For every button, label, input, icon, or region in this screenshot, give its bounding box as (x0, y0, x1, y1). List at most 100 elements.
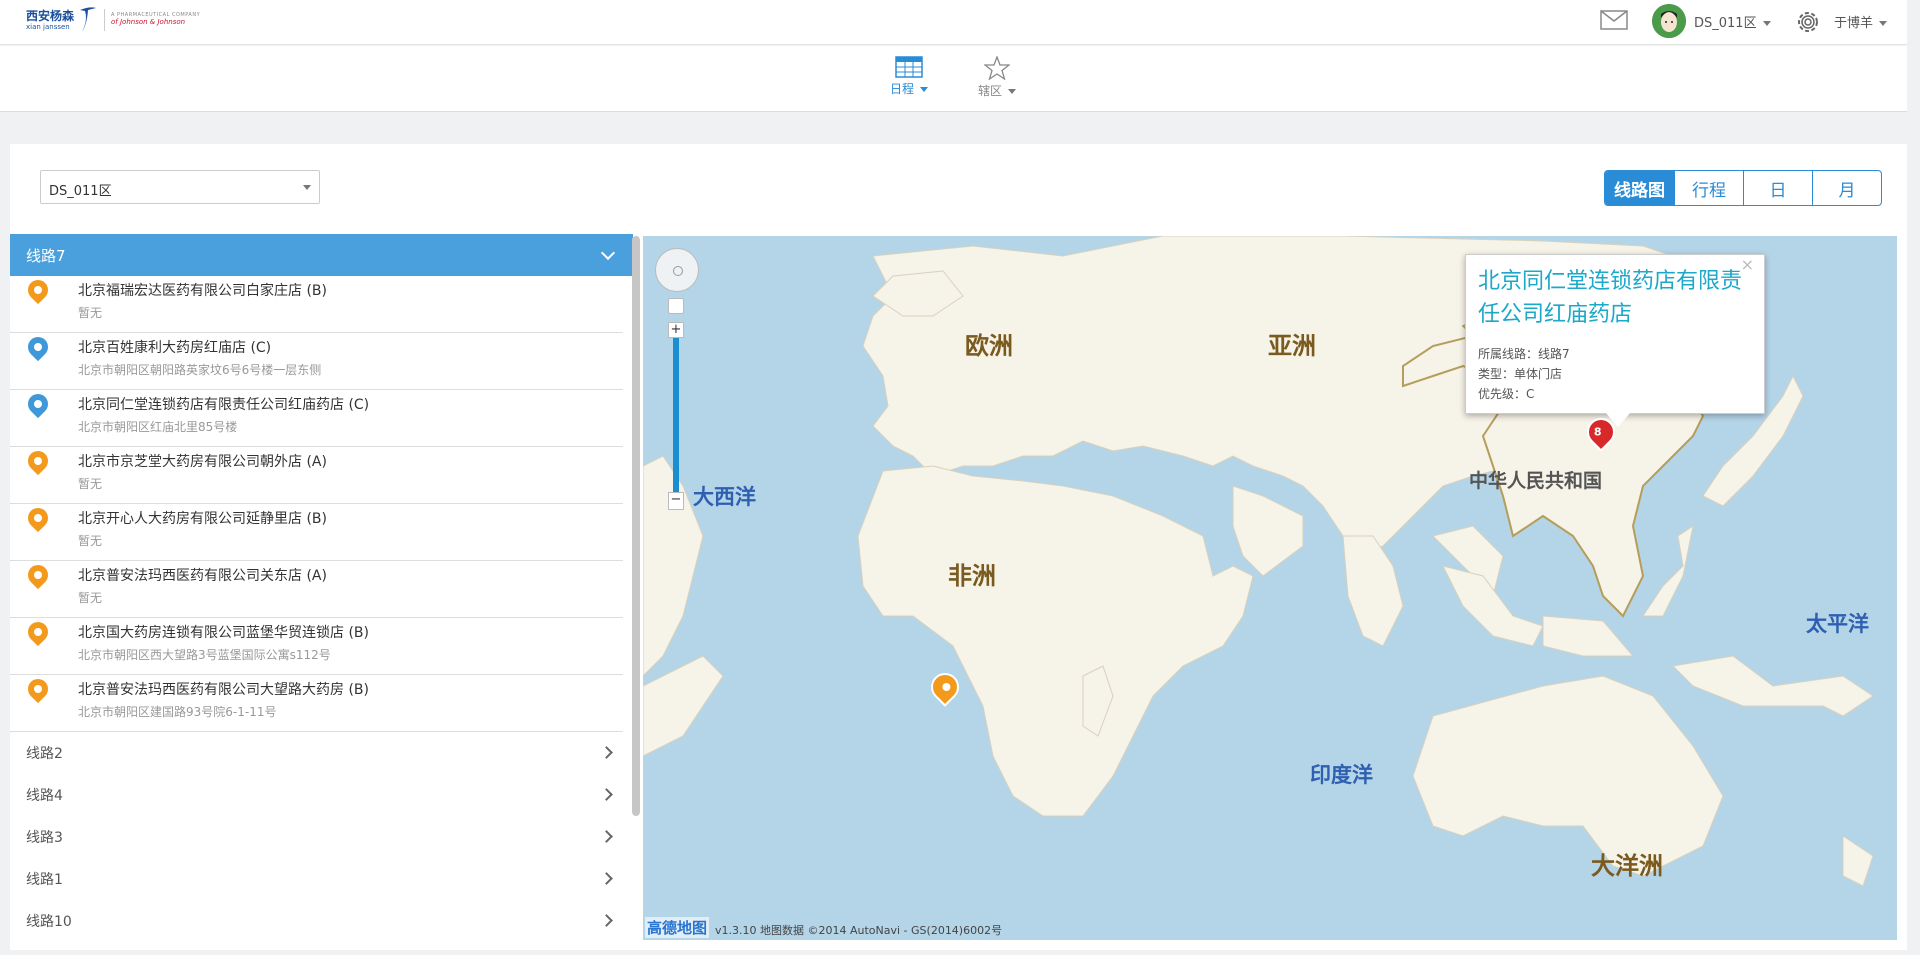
main-nav: 日程 辖区 (0, 46, 1907, 112)
chevron-right-icon (600, 872, 613, 885)
route-collapsed-item[interactable]: 线路3 (10, 816, 633, 858)
route-header-active[interactable]: 线路7 (10, 234, 633, 276)
avatar[interactable] (1652, 4, 1686, 38)
logo-jnj-text: of Johnson & Johnson (111, 17, 186, 26)
amap-logo[interactable]: 高德地图 (645, 917, 710, 938)
chevron-down-icon (1762, 21, 1771, 26)
company-logo: 西安杨森 xian janssen A PHARMACEUTICAL COMPA… (26, 6, 200, 34)
item-name: 北京同仁堂连锁药店有限责任公司红庙药店 (C) (78, 397, 370, 413)
chevron-down-icon (920, 87, 929, 92)
label-africa: 非洲 (948, 562, 996, 590)
view-month-button[interactable]: 月 (1812, 171, 1881, 205)
label-asia: 亚洲 (1268, 332, 1316, 360)
view-day-button[interactable]: 日 (1743, 171, 1812, 205)
tab-area-label: 辖区 (978, 84, 1003, 98)
list-item[interactable]: 北京普安法玛西医药有限公司关东店 (A) 暂无 (10, 560, 623, 618)
item-address: 北京市朝阳区朝阳路英家坟6号6号楼一层东侧 (78, 363, 322, 377)
label-indian: 印度洋 (1310, 763, 1373, 787)
list-item[interactable]: 北京开心人大药房有限公司延静里店 (B) 暂无 (10, 503, 623, 561)
tab-schedule[interactable]: 日程 (890, 56, 929, 97)
label-china: 中华人民共和国 (1469, 470, 1603, 492)
marker-number: 8 (1593, 425, 1602, 439)
route-label: 线路4 (26, 788, 63, 804)
label-pacific: 太平洋 (1806, 612, 1869, 636)
tab-schedule-label: 日程 (890, 82, 915, 96)
avatar-face-icon (1652, 4, 1686, 38)
chevron-down-icon (600, 245, 616, 261)
view-switcher: 线路图 行程 日 月 (1604, 170, 1882, 206)
logo-cn-text: 西安杨森 (26, 8, 75, 23)
map-info-popup: × 北京同仁堂连锁药店有限责任公司红庙药店 所属线路：线路7 类型：单体门店 优… (1465, 254, 1765, 427)
zone-selector[interactable]: DS_011区 (1694, 12, 1771, 31)
label-atlantic: 大西洋 (693, 485, 756, 509)
map-pin-icon (23, 332, 53, 362)
zone-dropdown[interactable]: DS_011区 (40, 170, 320, 204)
view-itinerary-button[interactable]: 行程 (1674, 171, 1743, 205)
route-label: 线路10 (26, 914, 72, 930)
list-item[interactable]: 北京福瑞宏达医药有限公司白家庄店 (B) 暂无 (10, 275, 623, 333)
chevron-right-icon (600, 746, 613, 759)
route-list: 线路7 北京福瑞宏达医药有限公司白家庄店 (B) 暂无 北京百姓康利大药房红庙店 (… (10, 234, 633, 948)
list-item[interactable]: 北京同仁堂连锁药店有限责任公司红庙药店 (C) 北京市朝阳区红庙北里85号楼 (10, 389, 623, 447)
route-collapsed-item[interactable]: 线路4 (10, 774, 633, 816)
zoom-slider[interactable] (673, 338, 679, 492)
chevron-right-icon (600, 830, 613, 843)
zoom-in-button[interactable]: + (668, 322, 684, 338)
chevron-down-icon (303, 185, 311, 190)
map-view[interactable]: 欧洲 亚洲 非洲 大洋洲 大西洋 印度洋 太平洋 中华人民共和国 + − × 北… (643, 236, 1897, 940)
map-pin-icon (23, 389, 53, 419)
map-pin-icon (23, 446, 53, 476)
item-name: 北京市京芝堂大药房有限公司朝外店 (A) (78, 454, 327, 470)
popup-type: 类型：单体门店 (1478, 367, 1563, 381)
map-pin-icon (23, 503, 53, 533)
item-name: 北京福瑞宏达医药有限公司白家庄店 (B) (78, 283, 327, 299)
map-attribution: v1.3.10 地图数据 ©2014 AutoNavi - GS(2014)60… (715, 924, 1003, 937)
route-label: 线路1 (26, 872, 63, 888)
user-menu[interactable]: 于博羊 (1834, 12, 1888, 31)
map-pin-icon (23, 275, 53, 305)
item-name: 北京普安法玛西医药有限公司大望路大药房 (B) (78, 682, 369, 698)
map-locate-button[interactable] (668, 298, 684, 314)
list-item[interactable]: 北京普安法玛西医药有限公司大望路大药房 (B) 北京市朝阳区建国路93号院6-1-… (10, 674, 623, 732)
popup-title: 北京同仁堂连锁药店有限责任公司红庙药店 (1478, 269, 1743, 327)
logo-en-text: xian janssen (26, 22, 70, 31)
logo-mark-icon (80, 7, 97, 33)
list-scrollbar[interactable] (632, 236, 640, 816)
route-collapsed-item[interactable]: 线路1 (10, 858, 633, 900)
list-item[interactable]: 北京国大药房连锁有限公司蓝堡华贸连锁店 (B) 北京市朝阳区西大望路3号蓝堡国际公… (10, 617, 623, 675)
view-route-map-button[interactable]: 线路图 (1605, 171, 1674, 205)
zoom-out-button[interactable]: − (668, 492, 684, 510)
list-item[interactable]: 北京百姓康利大药房红庙店 (C) 北京市朝阳区朝阳路英家坟6号6号楼一层东侧 (10, 332, 623, 390)
gear-icon[interactable] (1794, 8, 1822, 36)
chevron-right-icon (600, 788, 613, 801)
item-address: 北京市朝阳区红庙北里85号楼 (78, 420, 238, 434)
item-address: 北京市朝阳区西大望路3号蓝堡国际公寓s112号 (78, 648, 331, 662)
item-address: 暂无 (78, 306, 103, 320)
tab-area[interactable]: 辖区 (978, 56, 1017, 99)
star-icon (984, 56, 1010, 80)
item-name: 北京国大药房连锁有限公司蓝堡华贸连锁店 (B) (78, 625, 369, 641)
route-collapsed-item[interactable]: 线路2 (10, 732, 633, 774)
popup-priority: 优先级：C (1478, 387, 1535, 401)
zone-dropdown-value: DS_011区 (49, 184, 112, 199)
popup-route: 所属线路：线路7 (1478, 347, 1570, 361)
map-pan-control[interactable] (655, 248, 699, 292)
mail-icon[interactable] (1600, 10, 1628, 30)
item-address: 北京市朝阳区建国路93号院6-1-11号 (78, 705, 277, 719)
top-bar: 西安杨森 xian janssen A PHARMACEUTICAL COMPA… (0, 0, 1907, 45)
item-address: 暂无 (78, 477, 103, 491)
map-pin-icon (23, 617, 53, 647)
item-name: 北京普安法玛西医药有限公司关东店 (A) (78, 568, 327, 584)
content-panel: DS_011区 线路图 行程 日 月 线路7 北京福瑞宏达医药有限公司白家庄店 … (10, 144, 1907, 950)
list-item[interactable]: 北京市京芝堂大药房有限公司朝外店 (A) 暂无 (10, 446, 623, 504)
route-header-label: 线路7 (26, 246, 66, 265)
chevron-right-icon (600, 914, 613, 927)
user-name: 于博羊 (1834, 16, 1874, 31)
label-oceania: 大洋洲 (1591, 852, 1663, 880)
item-address: 暂无 (78, 534, 103, 548)
route-collapsed-item[interactable]: 线路10 (10, 900, 633, 942)
chevron-down-icon (1879, 21, 1888, 26)
route-label: 线路2 (26, 746, 63, 762)
chevron-down-icon (1008, 89, 1017, 94)
item-address: 暂无 (78, 591, 103, 605)
